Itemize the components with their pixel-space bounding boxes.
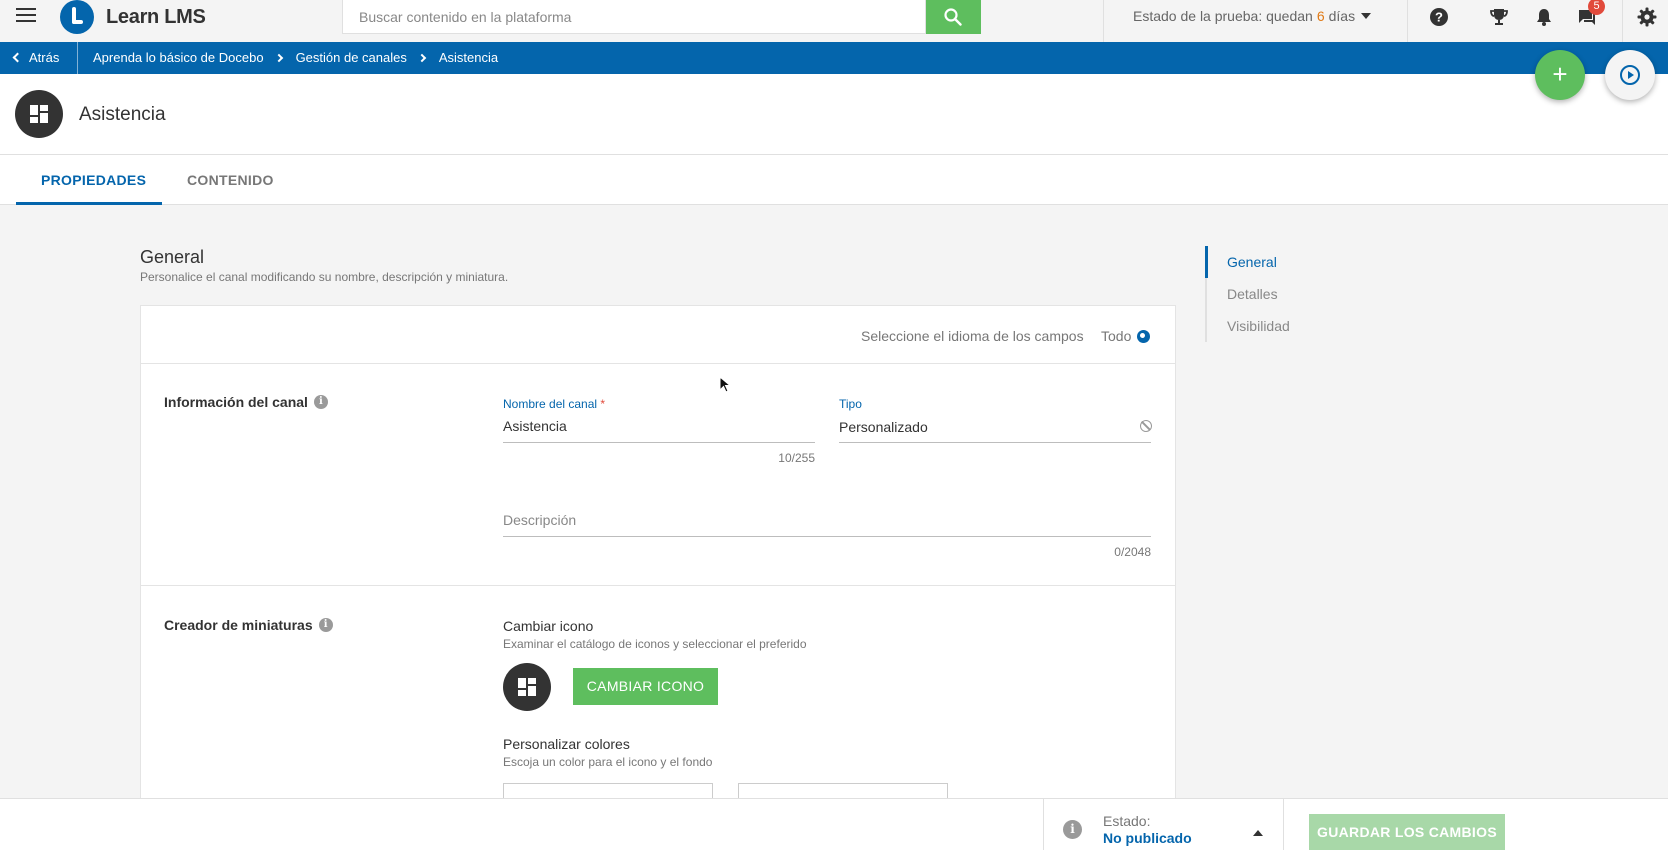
tab-content[interactable]: CONTENIDO xyxy=(187,172,274,188)
divider xyxy=(141,585,1175,586)
description-char-counter: 0/2048 xyxy=(1114,545,1151,559)
type-label: Tipo xyxy=(839,397,862,411)
page-header: Asistencia xyxy=(0,74,1668,155)
icon-preview xyxy=(503,663,551,711)
mouse-cursor-icon xyxy=(719,376,731,393)
language-value: Todo xyxy=(1101,328,1132,344)
section-nav-details[interactable]: Detalles xyxy=(1227,286,1278,302)
name-char-counter: 10/255 xyxy=(778,451,815,465)
search-button[interactable] xyxy=(926,0,981,34)
top-bar: Learn LMS Estado de la prueba: quedan 6 … xyxy=(0,0,1668,42)
section-nav-visibility[interactable]: Visibilidad xyxy=(1227,318,1290,334)
logo-text[interactable]: Learn LMS xyxy=(106,6,206,29)
search-input[interactable] xyxy=(343,0,925,33)
help-icon[interactable]: ? xyxy=(1428,6,1450,28)
back-label: Atrás xyxy=(29,50,60,65)
language-selector-row: Seleccione el idioma de los campos Todo xyxy=(141,306,1175,364)
globe-icon xyxy=(1137,329,1151,343)
breadcrumb-item-current: Asistencia xyxy=(438,50,499,65)
channel-name-label-text: Nombre del canal xyxy=(503,397,598,411)
change-icon-button[interactable]: CAMBIAR ICONO xyxy=(573,668,718,705)
state-dropdown[interactable]: No publicado xyxy=(1103,830,1192,846)
active-tab-indicator xyxy=(16,202,162,205)
chevron-right-icon xyxy=(274,53,283,62)
trial-days: 6 xyxy=(1316,8,1325,24)
field-underline xyxy=(503,442,815,443)
info-icon[interactable]: i xyxy=(318,618,333,632)
channel-info-label: Información del canal xyxy=(164,394,308,410)
type-value: Personalizado xyxy=(839,419,928,435)
caret-down-icon xyxy=(1361,13,1372,19)
channel-icon xyxy=(15,90,63,138)
trial-prefix: Estado de la prueba: quedan xyxy=(1133,8,1313,24)
trophy-icon[interactable] xyxy=(1488,6,1510,28)
description-input[interactable]: Descripción xyxy=(503,512,576,528)
breadcrumb: Atrás Aprenda lo básico de Docebo Gestió… xyxy=(0,42,1668,74)
thumbnail-creator-title: Creador de miniaturas i xyxy=(164,617,333,633)
play-tour-button[interactable] xyxy=(1605,50,1655,100)
disabled-icon xyxy=(1140,420,1152,432)
svg-text:?: ? xyxy=(1435,10,1443,25)
section-nav-general[interactable]: General xyxy=(1227,254,1277,270)
channel-name-label: Nombre del canal * xyxy=(503,397,605,411)
tab-properties[interactable]: PROPIEDADES xyxy=(41,172,146,188)
change-icon-title: Cambiar icono xyxy=(503,618,594,634)
breadcrumb-item[interactable]: Gestión de canales xyxy=(296,50,407,65)
add-button[interactable]: + xyxy=(1535,50,1585,100)
search-box xyxy=(342,0,926,34)
page-title: Asistencia xyxy=(79,104,166,125)
general-card: Seleccione el idioma de los campos Todo … xyxy=(140,305,1176,805)
section-title: General xyxy=(140,247,205,267)
logo-icon[interactable] xyxy=(60,0,94,34)
section-description: Personalice el canal modificando su nomb… xyxy=(140,270,509,284)
field-underline xyxy=(839,442,1151,443)
divider xyxy=(77,42,78,74)
required-marker: * xyxy=(600,397,606,411)
play-circle-icon xyxy=(1620,65,1640,85)
bell-icon[interactable] xyxy=(1533,6,1555,28)
change-icon-description: Examinar el catálogo de iconos y selecci… xyxy=(503,637,807,651)
channel-name-input[interactable] xyxy=(503,418,813,434)
language-selector[interactable]: Todo xyxy=(1101,328,1151,344)
breadcrumb-item[interactable]: Aprenda lo básico de Docebo xyxy=(93,50,264,65)
divider xyxy=(1622,0,1623,42)
dashboard-icon xyxy=(518,678,536,696)
gear-icon[interactable] xyxy=(1636,6,1658,28)
info-icon[interactable]: i xyxy=(1063,820,1082,839)
dashboard-icon xyxy=(30,105,48,123)
divider xyxy=(1283,799,1284,850)
section-nav-indicator xyxy=(1205,246,1208,278)
customize-colors-title: Personalizar colores xyxy=(503,736,630,752)
channel-info-title: Información del canal i xyxy=(164,394,328,410)
caret-up-icon[interactable] xyxy=(1253,830,1263,836)
state-label: Estado: xyxy=(1103,813,1151,829)
menu-icon[interactable] xyxy=(16,8,36,24)
footer-bar: i Estado: No publicado GUARDAR LOS CAMBI… xyxy=(0,798,1668,850)
notification-badge: 5 xyxy=(1588,0,1605,15)
save-changes-button[interactable]: GUARDAR LOS CAMBIOS xyxy=(1309,814,1505,850)
trial-suffix: días xyxy=(1328,8,1356,24)
customize-colors-description: Escoja un color para el icono y el fondo xyxy=(503,755,713,769)
language-label: Seleccione el idioma de los campos xyxy=(861,328,1084,344)
trial-status-dropdown[interactable]: Estado de la prueba: quedan 6 días xyxy=(1133,8,1372,24)
back-button[interactable]: Atrás xyxy=(12,50,60,65)
thumbnail-creator-label: Creador de miniaturas xyxy=(164,617,313,633)
chevron-right-icon xyxy=(417,53,427,62)
divider xyxy=(1043,799,1044,850)
tabs: PROPIEDADES CONTENIDO xyxy=(0,155,1668,205)
field-underline xyxy=(503,536,1151,537)
search-icon xyxy=(944,8,962,26)
chevron-left-icon xyxy=(12,52,23,63)
info-icon[interactable]: i xyxy=(313,395,328,409)
divider xyxy=(1407,0,1408,42)
divider xyxy=(1103,0,1104,42)
